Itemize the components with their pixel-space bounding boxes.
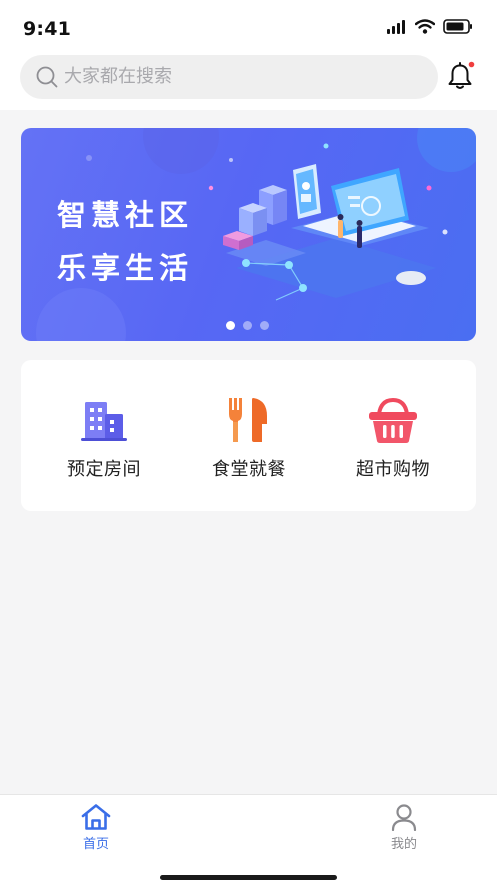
search-input[interactable]: 大家都在搜索 [20, 55, 438, 99]
carousel-dot[interactable] [260, 321, 269, 330]
status-time: 9:41 [23, 18, 72, 40]
building-icon [81, 402, 127, 441]
header: 9:41 大家都在搜索 [0, 0, 497, 110]
service-canteen[interactable]: 食堂就餐 [174, 360, 324, 511]
fork-knife-icon [229, 398, 267, 442]
service-label: 预定房间 [67, 459, 141, 480]
tab-bar: 首页 我的 [0, 794, 497, 883]
signal-icon [387, 19, 405, 34]
carousel-dot[interactable] [243, 321, 252, 330]
shopping-basket-icon [369, 397, 417, 443]
banner-title: 智慧社区 [57, 198, 194, 232]
battery-icon [443, 19, 472, 34]
service-book-room[interactable]: 预定房间 [29, 360, 179, 511]
tab-home[interactable]: 首页 [56, 803, 136, 855]
carousel-dot[interactable] [226, 321, 235, 330]
carousel-indicator [226, 321, 269, 330]
services-card: 预定房间 食堂就餐 超市购物 [21, 360, 476, 511]
home-indicator[interactable] [160, 875, 337, 880]
search-icon [36, 66, 58, 88]
tab-label: 我的 [390, 837, 417, 852]
search-row: 大家都在搜索 [20, 55, 477, 99]
service-label: 食堂就餐 [212, 459, 286, 480]
unread-dot [468, 61, 475, 68]
tab-label: 首页 [82, 837, 109, 852]
tab-me[interactable]: 我的 [364, 803, 444, 855]
app-screen: 9:41 大家都在搜索 智慧社区 乐享生活 预定房间 食堂就餐 超市购物 首页 … [0, 0, 497, 883]
promo-banner[interactable]: 智慧社区 乐享生活 [21, 128, 476, 341]
banner-subtitle: 乐享生活 [57, 251, 194, 285]
service-supermarket[interactable]: 超市购物 [318, 360, 468, 511]
search-placeholder: 大家都在搜索 [64, 66, 172, 87]
notification-bell-icon[interactable] [447, 61, 475, 91]
status-icons [387, 19, 473, 34]
status-bar: 9:41 [0, 0, 497, 54]
person-icon [391, 804, 417, 831]
service-label: 超市购物 [356, 459, 430, 480]
home-icon [81, 804, 111, 830]
wifi-icon [415, 19, 435, 34]
banner-illustration [36, 128, 476, 341]
